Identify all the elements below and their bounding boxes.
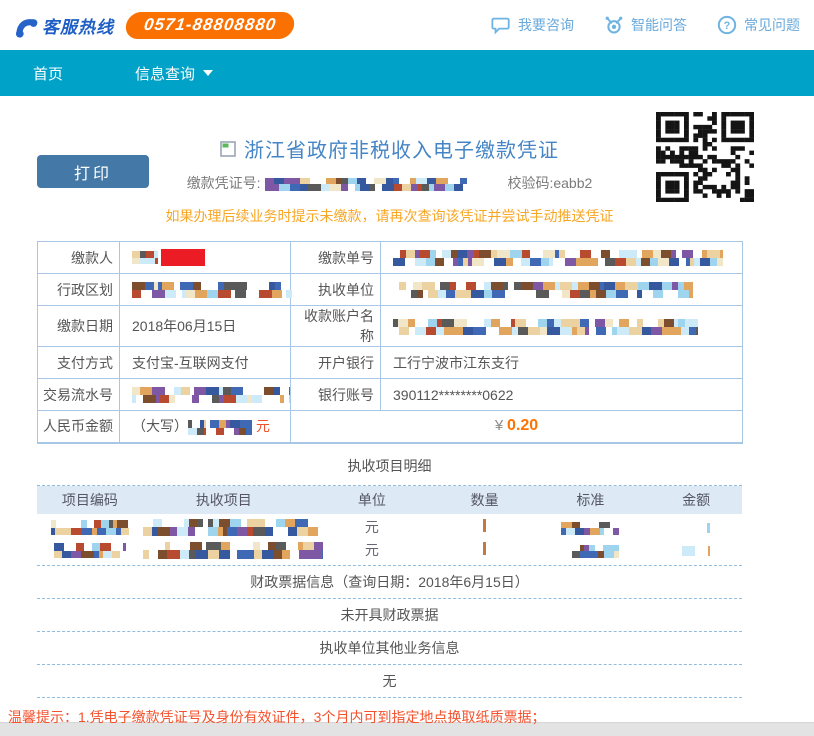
voucher-no-redacted bbox=[265, 178, 470, 191]
region-label: 行政区划 bbox=[38, 274, 120, 306]
unit-value: 元 bbox=[305, 517, 439, 537]
txn-serial-label: 交易流水号 bbox=[38, 379, 120, 411]
page-title: 浙江省政府非税收入电子缴款凭证 bbox=[244, 134, 559, 163]
nav-item-info-query[interactable]: 信息查询 bbox=[135, 63, 213, 84]
detail-header-row: 项目编码 执收项目 单位 数量 标准 金额 bbox=[37, 486, 742, 514]
detail-body: 元 元 bbox=[37, 514, 742, 566]
print-button[interactable]: 打印 bbox=[37, 155, 149, 188]
table-row: 缴款人 缴款单号 bbox=[38, 242, 743, 274]
payment-info-table: 缴款人 缴款单号 行政区划 执收单位 缴款日期 2018年06月15日 收款账户… bbox=[37, 241, 743, 444]
top-bar: 客服热线 0571-88808880 我要咨询 智能问答 ? bbox=[0, 0, 814, 50]
hotline-label: 客服热线 bbox=[42, 13, 114, 38]
document-icon bbox=[220, 141, 236, 157]
table-row: 行政区划 执收单位 bbox=[38, 274, 743, 306]
payer-value bbox=[120, 242, 291, 274]
detail-section-title: 执收项目明细 bbox=[37, 456, 742, 476]
robot-icon bbox=[604, 15, 624, 35]
top-links: 我要咨询 智能问答 ? 常见问题 bbox=[491, 15, 800, 35]
col-amount: 金额 bbox=[650, 490, 742, 510]
pay-date-value: 2018年06月15日 bbox=[120, 306, 291, 347]
table-row: 缴款日期 2018年06月15日 收款账户名称 bbox=[38, 306, 743, 347]
bank-value: 工行宁波市江东支行 bbox=[381, 347, 743, 379]
txn-serial-value bbox=[120, 379, 291, 411]
tips-text: 温馨提示：1.凭电子缴款凭证号及身份有效证件，3个月内可到指定地点换取纸质票据； bbox=[8, 707, 814, 727]
table-row: 交易流水号 银行账号 390112********0622 bbox=[38, 379, 743, 411]
smart-qa-link[interactable]: 智能问答 bbox=[604, 15, 687, 35]
qr-code bbox=[656, 112, 754, 202]
rmb-amount-label: 人民币金额 bbox=[38, 411, 120, 443]
push-warning-text: 如果办理后续业务时提示未缴款，请再次查询该凭证并尝试手动推送凭证 bbox=[37, 206, 742, 226]
payer-label: 缴款人 bbox=[38, 242, 120, 274]
unit-value: 元 bbox=[305, 540, 439, 560]
voucher-no-label: 缴款凭证号: bbox=[187, 175, 261, 191]
nav-item-home[interactable]: 首页 bbox=[33, 63, 63, 84]
faq-link[interactable]: ? 常见问题 bbox=[717, 15, 800, 35]
amount-capital-value: （大写） 元 bbox=[120, 411, 291, 443]
region-value bbox=[120, 274, 291, 306]
bank-account-label: 银行账号 bbox=[291, 379, 381, 411]
hotline-number-badge: 0571-88808880 bbox=[124, 12, 296, 39]
chat-bubble-icon bbox=[491, 15, 511, 35]
col-item-code: 项目编码 bbox=[37, 490, 143, 510]
table-row: 支付方式 支付宝-互联网支付 开户银行 工行宁波市江东支行 bbox=[38, 347, 743, 379]
amount-numeric-value: ¥ 0.20 bbox=[291, 411, 743, 443]
chevron-down-icon bbox=[203, 70, 213, 76]
check-code: 校验码:eabb2 bbox=[507, 175, 592, 191]
certificate-page: 打印 浙江省政府非税收入电子缴款凭证 缴款凭证号: 校验码:eabb2 如果办理… bbox=[0, 96, 814, 722]
quantity-redacted bbox=[483, 519, 486, 532]
detail-table: 项目编码 执收项目 单位 数量 标准 金额 元 bbox=[37, 485, 742, 566]
account-name-label: 收款账户名称 bbox=[291, 306, 381, 347]
faq-label: 常见问题 bbox=[744, 15, 800, 35]
pay-date-label: 缴款日期 bbox=[38, 306, 120, 347]
collect-unit-value bbox=[381, 274, 743, 306]
detail-row-2: 元 bbox=[37, 539, 742, 562]
fiscal-ticket-info: 财政票据信息（查询日期：2018年6月15日） bbox=[37, 566, 742, 599]
quantity-redacted bbox=[483, 542, 486, 555]
account-name-value bbox=[381, 306, 743, 347]
col-unit: 单位 bbox=[305, 490, 439, 510]
bank-account-value: 390112********0622 bbox=[381, 379, 743, 411]
pay-method-value: 支付宝-互联网支付 bbox=[120, 347, 291, 379]
other-business-info-none: 无 bbox=[37, 665, 742, 698]
consult-label: 我要咨询 bbox=[518, 15, 574, 35]
payment-order-label: 缴款单号 bbox=[291, 242, 381, 274]
pay-method-label: 支付方式 bbox=[38, 347, 120, 379]
svg-text:?: ? bbox=[724, 20, 731, 32]
smart-qa-label: 智能问答 bbox=[631, 15, 687, 35]
collect-unit-label: 执收单位 bbox=[291, 274, 381, 306]
other-business-info-title: 执收单位其他业务信息 bbox=[37, 632, 742, 665]
nav-info-query-label: 信息查询 bbox=[135, 63, 195, 84]
bank-label: 开户银行 bbox=[291, 347, 381, 379]
question-circle-icon: ? bbox=[717, 15, 737, 35]
consult-link[interactable]: 我要咨询 bbox=[491, 15, 574, 35]
col-standard: 标准 bbox=[530, 490, 650, 510]
col-quantity: 数量 bbox=[439, 490, 531, 510]
col-item-name: 执收项目 bbox=[143, 490, 305, 510]
no-ticket-issued: 未开具财政票据 bbox=[37, 599, 742, 632]
nav-home-label: 首页 bbox=[33, 63, 63, 84]
table-row: 人民币金额 （大写） 元 ¥ 0.20 bbox=[38, 411, 743, 443]
phone-icon bbox=[10, 12, 38, 38]
main-nav: 首页 信息查询 bbox=[0, 50, 814, 96]
payer-redacted bbox=[161, 249, 205, 266]
payment-order-value bbox=[381, 242, 743, 274]
detail-row-1: 元 bbox=[37, 516, 742, 539]
